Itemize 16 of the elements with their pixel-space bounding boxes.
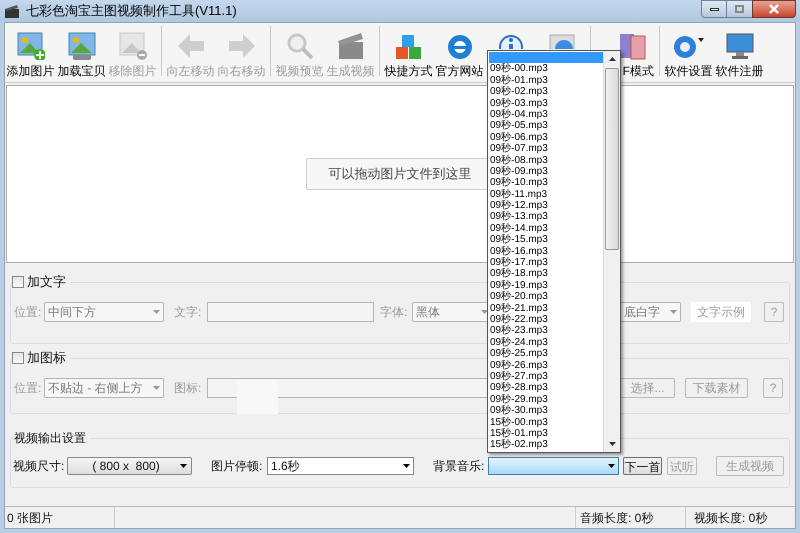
field-label: 位置:: [14, 380, 42, 397]
field-label: 位置:: [14, 304, 42, 321]
sample-text: 文字示例: [691, 302, 751, 322]
field-label: 图片停顿:: [211, 458, 264, 475]
checkbox-label: 加图标: [27, 349, 66, 368]
status-text: 音频长度: 0秒: [575, 507, 685, 528]
field-label: 文字:: [174, 304, 202, 321]
checkbox-label: 加文字: [27, 273, 66, 292]
field-label: 图标:: [174, 380, 202, 397]
field-label: 背景音乐:: [433, 458, 486, 475]
field-label: 字体:: [380, 304, 408, 321]
group-title: 视频输出设置: [14, 430, 90, 446]
field-label: 视频尺寸:: [13, 458, 66, 475]
window-title: 七彩色淘宝主图视频制作工具(V11.1): [26, 2, 237, 20]
status-text: 视频长度: 0秒: [685, 507, 795, 528]
status-text: 0 张图片: [5, 507, 115, 528]
